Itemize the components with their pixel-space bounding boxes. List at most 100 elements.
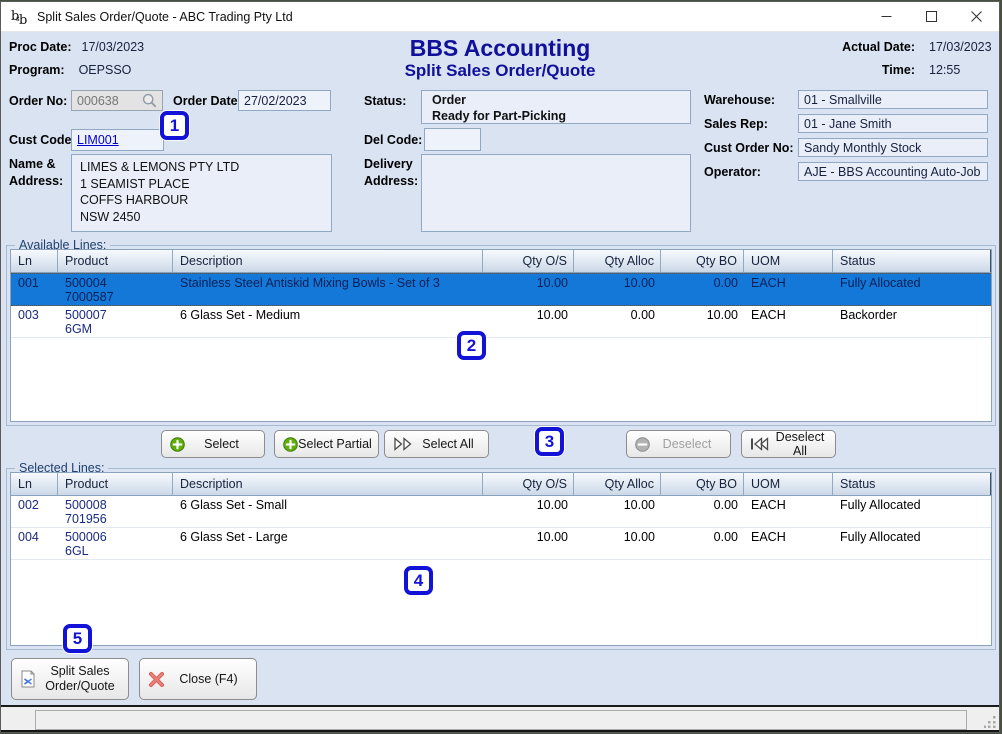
selected-lines-table: Ln Product Description Qty O/S Qty Alloc…: [10, 472, 992, 646]
warehouse-field[interactable]: 01 - Smallville: [798, 90, 988, 109]
product-cell: 500007 6GM: [58, 306, 173, 337]
column-header-description[interactable]: Description: [173, 250, 483, 272]
cust-order-no-value: Sandy Monthly Stock: [804, 141, 921, 155]
column-header-qty-os[interactable]: Qty O/S: [483, 473, 574, 495]
status-bar: [1, 705, 999, 732]
column-header-uom[interactable]: UOM: [744, 473, 833, 495]
product-cell: 500004 7000587: [58, 274, 173, 305]
cust-order-no-field[interactable]: Sandy Monthly Stock: [798, 138, 988, 157]
annotation-badge-5: 5: [63, 624, 92, 653]
column-header-status[interactable]: Status: [833, 250, 991, 272]
name-address-line-3: COFFS HARBOUR: [80, 192, 323, 209]
annotation-badge-1: 1: [160, 111, 189, 140]
sales-rep-label: Sales Rep:: [704, 117, 768, 131]
plus-icon: [170, 437, 185, 452]
delivery-address-label-1: Delivery: [364, 157, 413, 171]
order-no-field[interactable]: 000638: [71, 90, 163, 111]
column-header-qty-alloc[interactable]: Qty Alloc: [574, 473, 661, 495]
column-header-ln[interactable]: Ln: [11, 473, 58, 495]
delivery-address-label-2: Address:: [364, 174, 418, 188]
column-header-status[interactable]: Status: [833, 473, 991, 495]
operator-field[interactable]: AJE - BBS Accounting Auto-Job: [798, 162, 988, 181]
name-address-line-1: LIMES & LEMONS PTY LTD: [80, 159, 323, 176]
column-header-ln[interactable]: Ln: [11, 250, 58, 272]
name-address-label-2: Address:: [9, 174, 63, 188]
status-message-field: [35, 710, 967, 730]
name-address-label-1: Name &: [9, 157, 56, 171]
order-date-label: Order Date:: [173, 94, 242, 108]
order-no-value: 000638: [77, 94, 119, 108]
close-icon: [971, 11, 982, 22]
red-x-icon: [148, 671, 165, 688]
column-header-qty-bo[interactable]: Qty BO: [661, 473, 744, 495]
split-document-icon: [20, 670, 36, 688]
deselect-all-button[interactable]: Deselect All: [741, 430, 836, 458]
split-sales-order-button[interactable]: Split Sales Order/Quote: [11, 658, 129, 700]
sales-rep-field[interactable]: 01 - Jane Smith: [798, 114, 988, 133]
order-date-field[interactable]: 27/02/2023: [238, 90, 331, 111]
select-button[interactable]: Select: [161, 430, 265, 458]
cust-order-no-label: Cust Order No:: [704, 141, 794, 155]
plus-icon: [283, 437, 298, 452]
available-lines-group: Available Lines: Ln Product Description …: [6, 245, 996, 426]
del-code-field[interactable]: [424, 128, 481, 151]
product-cell: 500008 701956: [58, 496, 173, 527]
available-lines-header: Ln Product Description Qty O/S Qty Alloc…: [11, 250, 991, 273]
operator-value: AJE - BBS Accounting Auto-Job: [804, 165, 981, 179]
minimize-button[interactable]: [864, 2, 909, 31]
select-partial-button[interactable]: Select Partial: [274, 430, 379, 458]
close-window-button[interactable]: [954, 2, 999, 31]
name-address-line-4: NSW 2450: [80, 209, 323, 226]
delivery-address-box[interactable]: [421, 154, 691, 232]
sales-rep-value: 01 - Jane Smith: [804, 117, 892, 131]
cust-code-link[interactable]: LIM001: [77, 133, 119, 147]
window-title: Split Sales Order/Quote - ABC Trading Pt…: [37, 10, 293, 24]
column-header-qty-bo[interactable]: Qty BO: [661, 250, 744, 272]
deselect-button[interactable]: Deselect: [626, 430, 731, 458]
order-date-value: 27/02/2023: [244, 94, 307, 108]
close-button[interactable]: Close (F4): [139, 658, 257, 700]
column-header-qty-os[interactable]: Qty O/S: [483, 250, 574, 272]
table-row[interactable]: 004 500006 6GL 6 Glass Set - Large 10.00…: [11, 528, 991, 560]
app-logo-icon: b b s: [10, 7, 30, 27]
maximize-icon: [926, 11, 937, 22]
cust-code-field[interactable]: LIM001: [71, 129, 164, 151]
select-all-button[interactable]: Select All: [384, 430, 489, 458]
double-left-chevron-icon: [750, 437, 771, 451]
desktop: b b s Split Sales Order/Quote - ABC Trad…: [0, 0, 1002, 734]
operator-label: Operator:: [704, 165, 761, 179]
selected-lines-header: Ln Product Description Qty O/S Qty Alloc…: [11, 473, 991, 496]
del-code-label: Del Code:: [364, 133, 422, 147]
svg-text:b: b: [19, 13, 27, 27]
status-line-1: Order: [432, 93, 680, 109]
warehouse-label: Warehouse:: [704, 93, 775, 107]
app-window: b b s Split Sales Order/Quote - ABC Trad…: [0, 1, 1000, 733]
annotation-badge-4: 4: [404, 566, 433, 595]
column-header-qty-alloc[interactable]: Qty Alloc: [574, 250, 661, 272]
actual-date-value: 17/03/2023: [929, 40, 992, 54]
annotation-badge-2: 2: [457, 331, 486, 360]
product-cell: 500006 6GL: [58, 528, 173, 559]
maximize-button[interactable]: [909, 2, 954, 31]
minimize-icon: [881, 11, 892, 22]
table-row[interactable]: 003 500007 6GM 6 Glass Set - Medium 10.0…: [11, 306, 991, 338]
status-line-2: Ready for Part-Picking: [432, 109, 680, 125]
table-row[interactable]: 001 500004 7000587 Stainless Steel Antis…: [11, 273, 991, 306]
column-header-product[interactable]: Product: [58, 473, 173, 495]
column-header-uom[interactable]: UOM: [744, 250, 833, 272]
order-no-label: Order No:: [9, 94, 67, 108]
minus-icon: [635, 437, 650, 452]
lookup-magnifier-icon[interactable]: [142, 93, 157, 108]
table-row[interactable]: 002 500008 701956 6 Glass Set - Small 10…: [11, 496, 991, 528]
time-value: 12:55: [929, 63, 960, 77]
time-label: Time:: [882, 63, 915, 77]
column-header-description[interactable]: Description: [173, 473, 483, 495]
title-bar: b b s Split Sales Order/Quote - ABC Trad…: [1, 2, 999, 32]
name-address-box: LIMES & LEMONS PTY LTD 1 SEAMIST PLACE C…: [71, 154, 332, 232]
column-header-product[interactable]: Product: [58, 250, 173, 272]
resize-grip[interactable]: [984, 715, 997, 728]
split-button-label: Split Sales Order/Quote: [36, 664, 124, 694]
actual-date-label: Actual Date:: [842, 40, 915, 54]
double-right-chevron-icon: [393, 437, 414, 451]
selected-lines-group: Selected Lines: Ln Product Description Q…: [6, 468, 996, 650]
